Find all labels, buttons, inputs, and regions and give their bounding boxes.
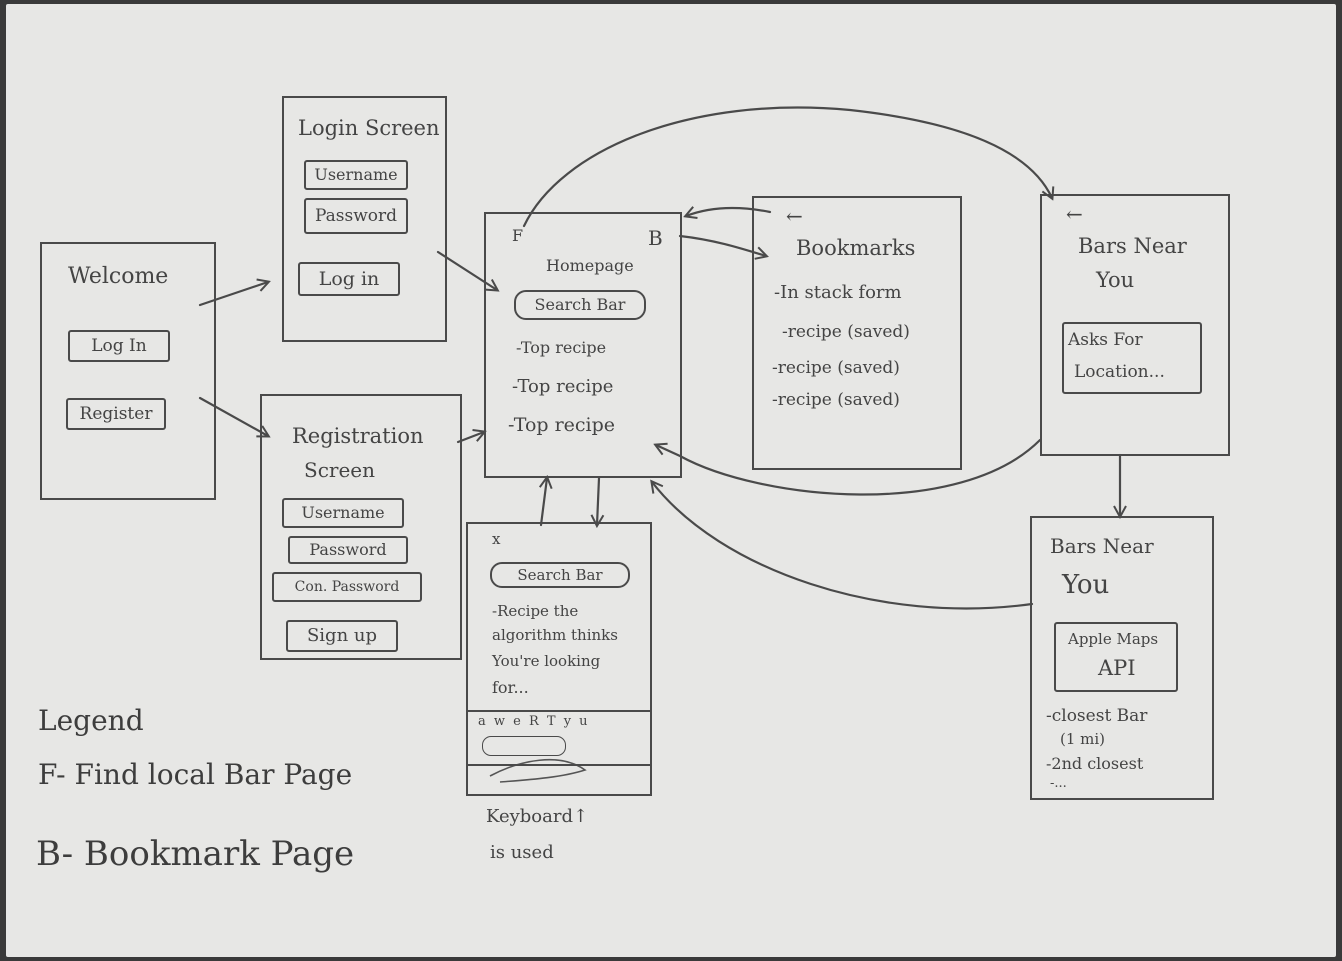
registration-username-field[interactable]: Username: [282, 498, 404, 528]
search-description-line4: for...: [492, 678, 529, 697]
welcome-title: Welcome: [68, 264, 169, 289]
homepage-screen: F B Homepage Search Bar -Top recipe -Top…: [484, 212, 682, 478]
search-description-line2: algorithm thinks: [492, 626, 618, 644]
keyboard-row[interactable]: a w e R T y u: [478, 714, 590, 729]
search-screen: x Search Bar -Recipe the algorithm think…: [466, 522, 652, 796]
apple-maps-api-panel[interactable]: Apple Maps API: [1054, 622, 1178, 692]
bars-near-you-map-screen: Bars Near You Apple Maps API -closest Ba…: [1030, 516, 1214, 800]
bookmark-item-1[interactable]: -recipe (saved): [782, 322, 910, 342]
login-title: Login Screen: [298, 116, 440, 140]
arrow-homepage-to-search: [597, 476, 599, 525]
keyboard-area[interactable]: a w e R T y u: [468, 710, 650, 766]
apple-maps-line1: Apple Maps: [1068, 630, 1159, 648]
login-username-field[interactable]: Username: [304, 160, 408, 190]
homepage-title: Homepage: [546, 256, 634, 275]
legend-title: Legend: [38, 704, 144, 737]
registration-title-line2: Screen: [304, 458, 376, 482]
registration-password-field[interactable]: Password: [288, 536, 408, 564]
registration-confirm-password-field[interactable]: Con. Password: [272, 572, 422, 602]
location-prompt-line1: Asks For: [1068, 330, 1143, 350]
bookmarks-title: Bookmarks: [796, 236, 916, 260]
find-bar-marker[interactable]: F: [512, 226, 523, 245]
homepage-top-recipe-1[interactable]: -Top recipe: [516, 338, 606, 357]
homepage-top-recipe-2[interactable]: -Top recipe: [512, 376, 613, 397]
bookmarks-subtitle: -In stack form: [774, 282, 902, 303]
registration-signup-button[interactable]: Sign up: [286, 620, 398, 652]
search-screen-search-bar[interactable]: Search Bar: [490, 562, 630, 588]
bars-title-line2: You: [1096, 268, 1135, 292]
more-bars-item: -...: [1050, 776, 1067, 791]
login-submit-button[interactable]: Log in: [298, 262, 400, 296]
homepage-top-recipe-3[interactable]: -Top recipe: [508, 414, 615, 436]
bookmarks-screen: ← Bookmarks -In stack form -recipe (save…: [752, 196, 962, 470]
bars-map-title-line2: You: [1062, 570, 1110, 600]
bookmark-item-3[interactable]: -recipe (saved): [772, 390, 900, 410]
bookmark-marker[interactable]: B: [648, 226, 663, 250]
bookmark-item-2[interactable]: -recipe (saved): [772, 358, 900, 378]
closest-bar-item[interactable]: -closest Bar: [1046, 706, 1147, 726]
bars-title-line1: Bars Near: [1078, 234, 1187, 258]
apple-maps-line2: API: [1098, 656, 1136, 680]
keyboard-caption-line2: is used: [490, 842, 554, 863]
arrow-search-to-homepage: [541, 478, 547, 527]
login-password-field[interactable]: Password: [304, 198, 408, 234]
closest-bar-distance: (1 mi): [1060, 730, 1106, 748]
bars-back-arrow[interactable]: ←: [1066, 202, 1083, 226]
bookmarks-back-arrow[interactable]: ←: [786, 204, 803, 228]
search-description-line3: You're looking: [492, 652, 601, 670]
location-permission-prompt[interactable]: Asks For Location...: [1062, 322, 1202, 394]
keyboard-spacebar[interactable]: [482, 736, 566, 756]
legend-b-entry: B- Bookmark Page: [36, 834, 355, 874]
keyboard-caption-line1: Keyboard↑: [486, 806, 589, 827]
bars-map-title-line1: Bars Near: [1050, 534, 1154, 558]
close-icon[interactable]: x: [492, 530, 500, 548]
registration-title-line1: Registration: [292, 424, 424, 448]
bars-near-you-location-screen: ← Bars Near You Asks For Location...: [1040, 194, 1230, 456]
homepage-search-bar[interactable]: Search Bar: [514, 290, 646, 320]
arrow-bars-api-to-homepage: [652, 482, 1034, 610]
welcome-screen: Welcome Log In Register: [40, 242, 216, 500]
login-screen: Login Screen Username Password Log in: [282, 96, 447, 342]
legend-f-entry: F- Find local Bar Page: [38, 758, 353, 791]
search-description-line1: -Recipe the: [492, 602, 579, 620]
welcome-register-button[interactable]: Register: [66, 398, 166, 430]
second-closest-bar-item[interactable]: -2nd closest: [1046, 754, 1143, 773]
welcome-login-button[interactable]: Log In: [68, 330, 170, 362]
location-prompt-line2: Location...: [1074, 362, 1165, 382]
registration-screen: Registration Screen Username Password Co…: [260, 394, 462, 660]
